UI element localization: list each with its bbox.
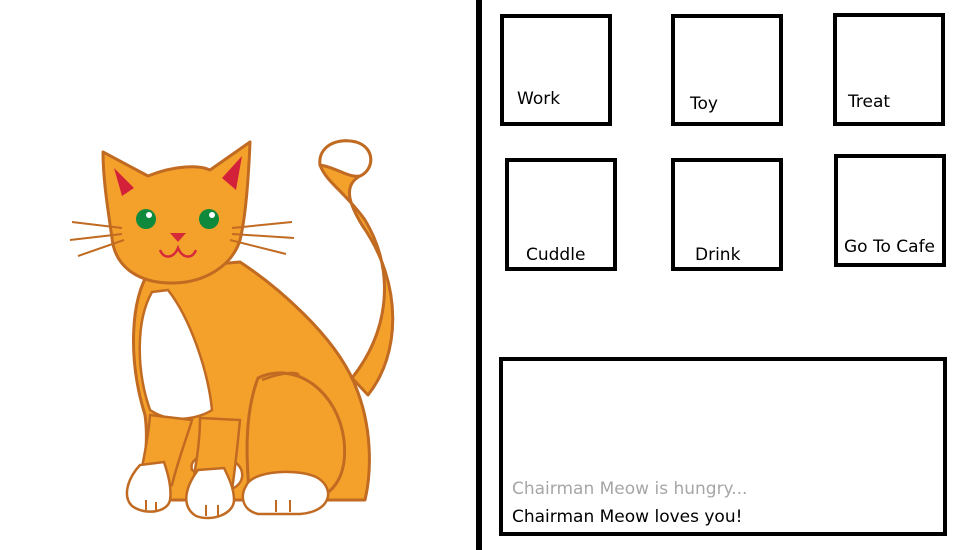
- toy-button-label: Toy: [690, 94, 718, 114]
- treat-button-label: Treat: [848, 92, 891, 112]
- toy-button[interactable]: Toy: [671, 14, 783, 126]
- cuddle-button[interactable]: Cuddle: [505, 158, 617, 271]
- go-to-cafe-button-label: Go To Cafe: [844, 237, 936, 257]
- drink-button-label: Drink: [695, 245, 741, 265]
- treat-button[interactable]: Treat: [833, 13, 945, 126]
- work-button[interactable]: Work: [500, 14, 612, 126]
- work-button-label: Work: [517, 89, 561, 109]
- pet-panel: [0, 0, 476, 550]
- drink-button[interactable]: Drink: [671, 158, 783, 271]
- panel-divider: [476, 0, 482, 550]
- cat-illustration: [69, 139, 395, 520]
- message-log: Chairman Meow is hungry... Chairman Meow…: [499, 357, 947, 536]
- go-to-cafe-button[interactable]: Go To Cafe: [834, 154, 946, 267]
- previous-message: Chairman Meow is hungry...: [512, 479, 748, 499]
- cuddle-button-label: Cuddle: [526, 245, 586, 265]
- latest-message: Chairman Meow loves you!: [512, 507, 743, 527]
